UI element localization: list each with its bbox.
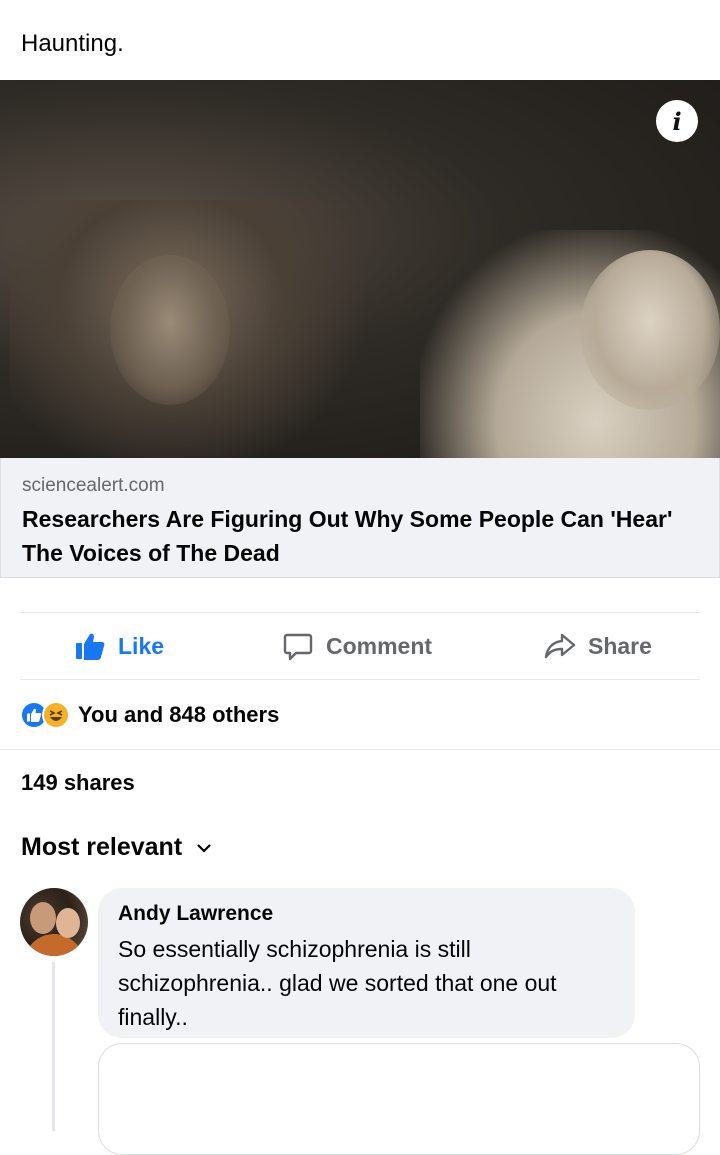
shares-count[interactable]: 149 shares (21, 770, 135, 796)
like-label: Like (118, 632, 165, 659)
comment-author[interactable]: Andy Lawrence (118, 902, 273, 926)
avatar-shirt (24, 934, 84, 956)
comment-bubble[interactable]: Andy Lawrence So essentially schizophren… (98, 888, 635, 1038)
chevron-down-icon (197, 843, 211, 853)
actions-bottom-divider (20, 679, 700, 680)
comment-text: So essentially schizophrenia is still sc… (118, 936, 557, 1030)
avatar-face-2 (56, 908, 80, 938)
share-button[interactable]: Share (544, 612, 652, 680)
comment-sort-dropdown[interactable]: Most relevant (21, 833, 212, 862)
link-preview-image[interactable] (0, 80, 720, 458)
haha-reaction-icon (42, 701, 70, 729)
comment-icon (283, 633, 313, 661)
photo-face-right (580, 250, 720, 410)
comment-thread-line (52, 962, 55, 1131)
sort-label: Most relevant (21, 833, 183, 861)
avatar-face-1 (30, 902, 56, 934)
info-icon[interactable]: i (656, 100, 698, 142)
post-caption: Haunting. (21, 30, 124, 57)
reaction-summary[interactable]: You and 848 others (20, 700, 279, 730)
action-bar: Like Comment Share (20, 612, 700, 680)
like-button[interactable]: Like (74, 612, 164, 680)
link-headline: Researchers Are Figuring Out Why Some Pe… (22, 506, 673, 566)
reactions-divider (0, 749, 720, 750)
thumbs-up-icon (76, 633, 105, 660)
reaction-count: You and 848 others (78, 702, 280, 727)
reply-preview-box[interactable] (98, 1043, 700, 1155)
comment-button[interactable]: Comment (282, 612, 432, 680)
avatar[interactable] (20, 888, 88, 956)
comment-label: Comment (326, 632, 433, 659)
link-domain: sciencealert.com (22, 475, 165, 496)
share-label: Share (588, 632, 652, 659)
link-preview-card[interactable]: sciencealert.com Researchers Are Figurin… (0, 458, 720, 578)
photo-face-left (110, 255, 230, 405)
share-icon (544, 633, 576, 659)
